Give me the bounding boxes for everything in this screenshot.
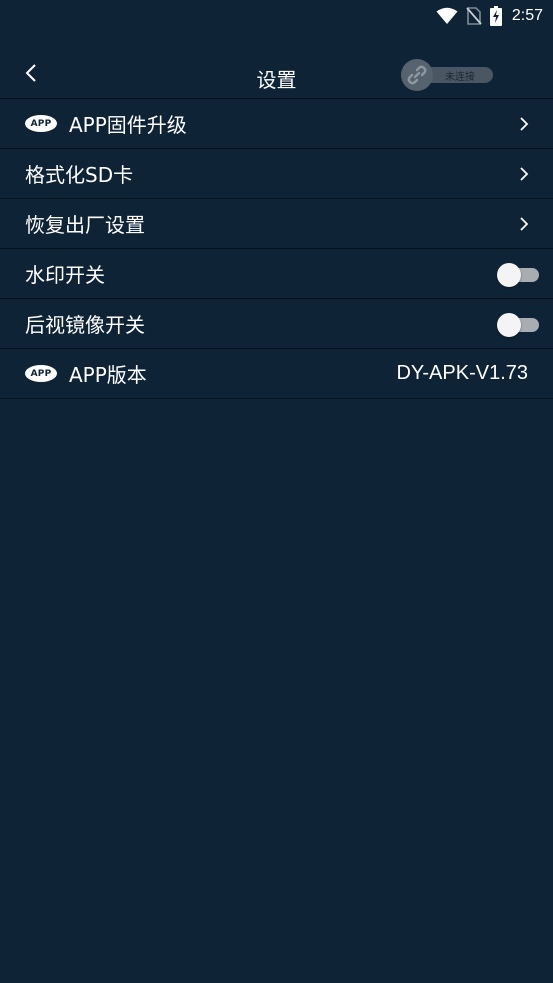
settings-item-label: 后视镜像开关: [25, 313, 145, 337]
row-lead: 格式化SD卡: [25, 159, 133, 188]
chevron-right-icon: [520, 167, 529, 181]
settings-item-app-version: APP APP版本 DY-APK-V1.73: [0, 349, 553, 399]
settings-item-rear-mirror: 后视镜像开关: [0, 299, 553, 349]
settings-list: APP APP固件升级 格式化SD卡 恢复出厂设置 水印开关 后视镜像开关 AP…: [0, 98, 553, 399]
chevron-right-icon: [520, 217, 529, 231]
header: 设置 未连接: [0, 50, 553, 98]
settings-item-format-sd[interactable]: 格式化SD卡: [0, 149, 553, 199]
toggle-knob: [497, 313, 521, 337]
app-badge-wrap: APP: [25, 365, 57, 382]
no-sim-icon: [466, 7, 482, 25]
app-version-value: DY-APK-V1.73: [396, 362, 528, 384]
connection-status[interactable]: 未连接: [401, 59, 493, 91]
settings-item-label: 格式化SD卡: [25, 163, 134, 187]
battery-charging-icon: [489, 6, 502, 26]
settings-item-label: APP固件升级: [69, 113, 187, 137]
row-lead: 后视镜像开关: [25, 309, 145, 338]
settings-item-firmware-upgrade[interactable]: APP APP固件升级: [0, 99, 553, 149]
app-badge-wrap: APP: [25, 115, 57, 132]
connection-status-text: 未连接: [445, 72, 475, 83]
status-time: 2:57: [511, 7, 543, 24]
settings-item-factory-reset[interactable]: 恢复出厂设置: [0, 199, 553, 249]
row-lead: 水印开关: [25, 259, 105, 288]
settings-screen: 2:57 设置 未连接 APP APP固件升级 格式化SD卡 恢复出厂设置 水印…: [0, 0, 553, 983]
rear-mirror-toggle[interactable]: [497, 312, 539, 337]
chevron-right-icon: [520, 117, 529, 131]
settings-item-label: 恢复出厂设置: [25, 213, 145, 237]
settings-item-watermark: 水印开关: [0, 249, 553, 299]
watermark-toggle[interactable]: [497, 262, 539, 287]
app-badge-icon: APP: [25, 115, 57, 132]
settings-item-label: APP版本: [69, 363, 147, 387]
row-lead: 恢复出厂设置: [25, 209, 145, 238]
toggle-knob: [497, 263, 521, 287]
status-bar: 2:57: [0, 0, 553, 32]
settings-item-label: 水印开关: [25, 263, 105, 287]
wifi-icon: [436, 7, 458, 25]
app-badge-icon: APP: [25, 365, 57, 382]
link-icon: [401, 59, 433, 91]
